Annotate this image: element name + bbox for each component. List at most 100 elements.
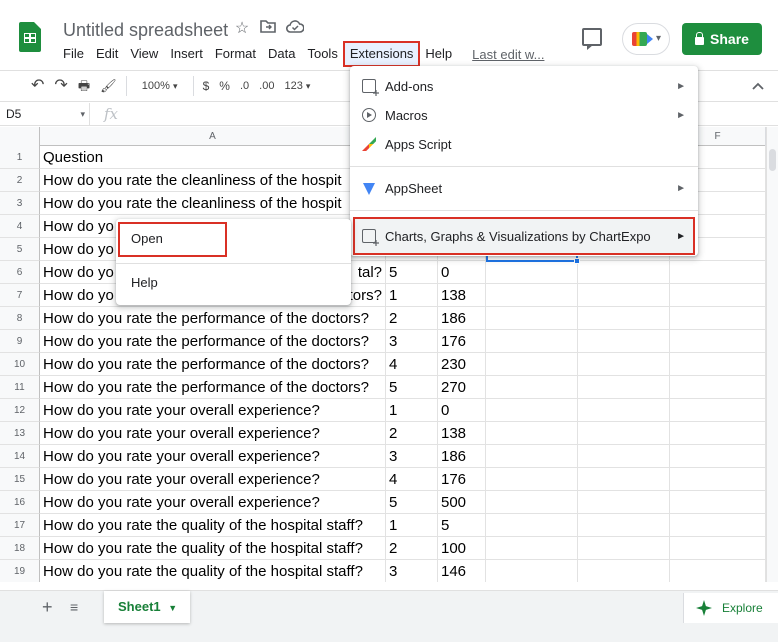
decrease-decimal-button[interactable]: .0 [235, 74, 254, 98]
cell-empty[interactable] [670, 399, 766, 422]
menu-format[interactable]: Format [209, 42, 262, 66]
row-header[interactable]: 8 [0, 307, 40, 330]
cell-empty[interactable] [670, 560, 766, 582]
cell-empty[interactable] [578, 514, 670, 537]
cell-rating[interactable]: 5 [386, 376, 438, 399]
row-header[interactable]: 5 [0, 238, 40, 261]
meet-button[interactable]: ▾ [622, 23, 670, 55]
row-header[interactable]: 2 [0, 169, 40, 192]
more-formats-button[interactable]: 123 ▾ [279, 74, 315, 98]
paint-format-icon[interactable]: 🖌 [95, 74, 122, 98]
row-header[interactable]: 3 [0, 192, 40, 215]
row-header[interactable]: 10 [0, 353, 40, 376]
cell-count[interactable]: 0 [438, 399, 486, 422]
cell-empty[interactable] [486, 422, 578, 445]
row-header[interactable]: 18 [0, 537, 40, 560]
cell-empty[interactable] [670, 376, 766, 399]
share-button[interactable]: Share [682, 23, 762, 55]
cell-empty[interactable] [486, 307, 578, 330]
menu-help[interactable]: Help [419, 42, 458, 66]
row-header[interactable]: 19 [0, 560, 40, 582]
menu-extensions[interactable]: Extensions [342, 41, 421, 67]
comment-history-icon[interactable] [582, 28, 602, 50]
row-header[interactable]: 7 [0, 284, 40, 307]
redo-icon[interactable]: ↷ [49, 74, 72, 98]
chevron-up-icon[interactable] [752, 77, 764, 93]
cell-rating[interactable]: 2 [386, 422, 438, 445]
cell-question[interactable]: How do you rate the cleanliness of the h… [40, 169, 386, 192]
cell-empty[interactable] [486, 491, 578, 514]
undo-icon[interactable]: ↶ [26, 74, 49, 98]
cell-empty[interactable] [578, 399, 670, 422]
print-icon[interactable]: 🖶 [73, 74, 95, 98]
cell-count[interactable]: 176 [438, 468, 486, 491]
cell-empty[interactable] [486, 353, 578, 376]
name-box[interactable]: D5 ▾ [0, 102, 90, 126]
row-header[interactable]: 16 [0, 491, 40, 514]
cell-question[interactable]: How do you rate the performance of the d… [40, 330, 386, 353]
row-header[interactable]: 15 [0, 468, 40, 491]
menu-item-macros[interactable]: Macros ► [350, 101, 698, 130]
cell-question[interactable]: How do you rate the performance of the d… [40, 353, 386, 376]
cell-rating[interactable]: 1 [386, 399, 438, 422]
cell-empty[interactable] [486, 284, 578, 307]
cell-empty[interactable] [670, 468, 766, 491]
cell-empty[interactable] [486, 399, 578, 422]
cell-empty[interactable] [578, 353, 670, 376]
cell-empty[interactable] [578, 376, 670, 399]
menu-insert[interactable]: Insert [164, 42, 209, 66]
cell-empty[interactable] [670, 491, 766, 514]
select-all-corner[interactable] [0, 127, 40, 146]
all-sheets-button[interactable]: ≡ [70, 599, 78, 615]
cell-empty[interactable] [486, 376, 578, 399]
cell-empty[interactable] [670, 445, 766, 468]
cell-empty[interactable] [578, 422, 670, 445]
menu-item-help[interactable]: Help [116, 268, 351, 298]
cell-empty[interactable] [670, 284, 766, 307]
cell-empty[interactable] [578, 330, 670, 353]
cell-empty[interactable] [670, 514, 766, 537]
document-title[interactable]: Untitled spreadsheet [63, 20, 228, 41]
cell-empty[interactable] [578, 445, 670, 468]
cell-empty[interactable] [670, 353, 766, 376]
cell-rating[interactable]: 3 [386, 330, 438, 353]
cell-count[interactable]: 186 [438, 445, 486, 468]
cell-empty[interactable] [578, 537, 670, 560]
cell-count[interactable]: 0 [438, 261, 486, 284]
cell-empty[interactable] [486, 514, 578, 537]
increase-decimal-button[interactable]: .00 [254, 74, 279, 98]
row-header[interactable]: 9 [0, 330, 40, 353]
row-header[interactable]: 4 [0, 215, 40, 238]
cell-question[interactable]: How do you rate your overall experience? [40, 445, 386, 468]
scrollbar-thumb[interactable] [769, 149, 776, 171]
cell-count[interactable]: 146 [438, 560, 486, 582]
cell-empty[interactable] [486, 330, 578, 353]
menu-view[interactable]: View [124, 42, 164, 66]
menu-data[interactable]: Data [262, 42, 301, 66]
cell-empty[interactable] [486, 261, 578, 284]
cell-empty[interactable] [578, 468, 670, 491]
column-header-a[interactable]: A [40, 127, 386, 146]
cell-empty[interactable] [486, 445, 578, 468]
cell-rating[interactable]: 3 [386, 560, 438, 582]
zoom-select[interactable]: 100% ▾ [131, 74, 189, 98]
cell-count[interactable]: 176 [438, 330, 486, 353]
cell-empty[interactable] [578, 491, 670, 514]
cell-count[interactable]: 138 [438, 422, 486, 445]
row-header[interactable]: 11 [0, 376, 40, 399]
star-icon[interactable]: ☆ [232, 19, 252, 39]
cell-question[interactable]: How do you rate the performance of the d… [40, 376, 386, 399]
add-sheet-button[interactable]: + [42, 597, 53, 618]
row-header[interactable]: 14 [0, 445, 40, 468]
explore-button[interactable]: Explore [683, 593, 778, 623]
cell-empty[interactable] [486, 560, 578, 582]
cell-count[interactable]: 230 [438, 353, 486, 376]
cell-rating[interactable]: 1 [386, 284, 438, 307]
cell-count[interactable]: 100 [438, 537, 486, 560]
row-header[interactable]: 17 [0, 514, 40, 537]
cell-question[interactable]: How do you rate your overall experience? [40, 422, 386, 445]
menu-tools[interactable]: Tools [301, 42, 343, 66]
last-edit-link[interactable]: Last edit w... [472, 47, 544, 62]
cell-empty[interactable] [670, 537, 766, 560]
cell-empty[interactable] [670, 422, 766, 445]
